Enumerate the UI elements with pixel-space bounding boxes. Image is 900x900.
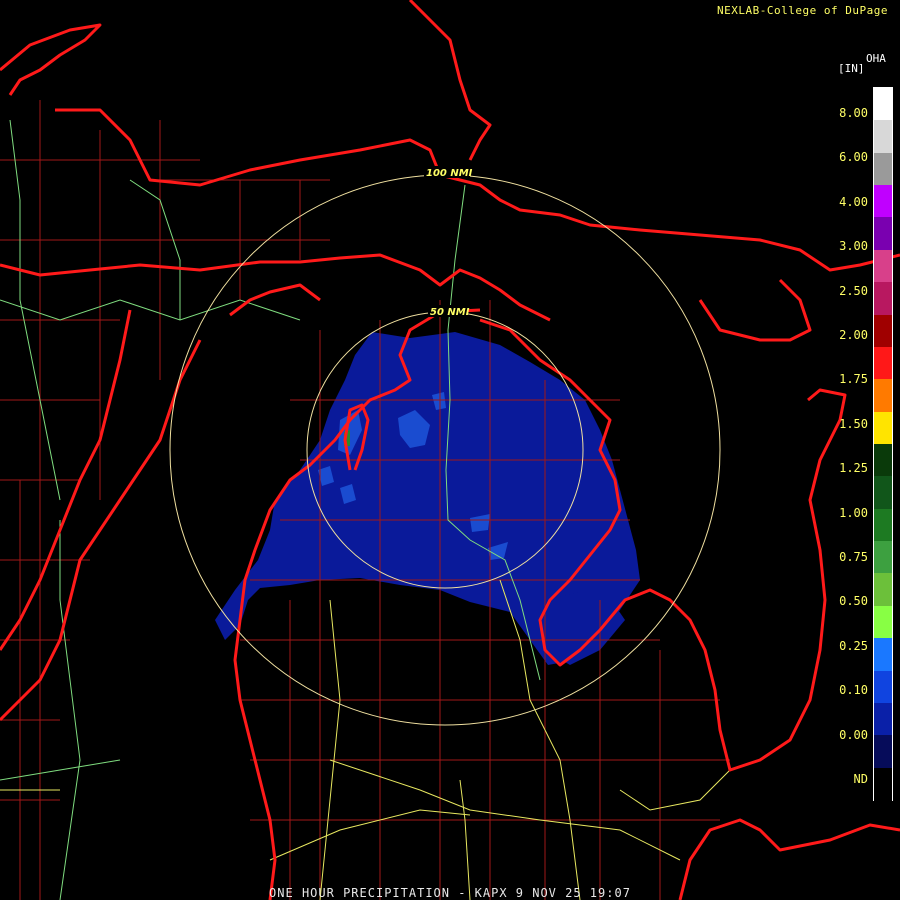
legend-tick-label: 2.50 [839,283,868,298]
legend-tick-label: 6.00 [839,150,868,165]
radar-map: 100 NMI 50 NMI [0,0,900,900]
legend-color-swatch [874,735,892,769]
legend-color-swatch [874,249,892,283]
legend-tick-label: 0.50 [839,594,868,609]
legend-color-swatch [874,120,892,154]
legend-color-swatch [874,605,892,639]
legend-tick-label: 3.00 [839,239,868,254]
legend-color-swatch [874,444,892,477]
legend-color-swatch [874,638,892,672]
legend-tick-label: 1.25 [839,461,868,476]
legend-tick-label: 4.00 [839,194,868,209]
legend-color-swatch [874,670,892,704]
legend-tick-label: 0.10 [839,683,868,698]
legend-color-swatch [874,185,892,219]
ring-label-100: 100 NMI [426,168,473,179]
legend-color-swatch [874,702,892,736]
legend-color-swatch [874,379,892,413]
legend-tick-label: 0.00 [839,727,868,742]
legend-color-swatch [874,767,892,801]
legend-color-swatch [874,152,892,186]
legend-color-swatch [874,314,892,348]
legend-tick-label: 0.75 [839,550,868,564]
legend-color-swatch [874,346,892,380]
legend-color-swatch [874,88,892,121]
legend-tick-label: 1.75 [839,372,868,387]
legend-product: OHA [866,52,886,65]
legend-color-swatch [874,508,892,542]
legend-tick-label: 2.00 [839,328,868,342]
legend-color-swatch [874,282,892,316]
legend-color-swatch [874,573,892,607]
legend-tick-label: 8.00 [839,106,868,120]
legend-color-swatch [874,411,892,445]
legend-tick-label: 1.00 [839,505,868,520]
color-scale-bar [873,87,893,801]
credit-label: NEXLAB-College of DuPage [717,4,888,17]
legend-color-swatch [874,541,892,575]
legend-color-swatch [874,476,892,510]
legend-unit: [IN] [838,62,865,75]
legend-tick-label: ND [853,772,868,786]
ring-label-50: 50 NMI [430,307,470,318]
legend-color-swatch [874,217,892,251]
legend-tick-label: 0.25 [839,638,868,653]
legend-tick-label: 1.50 [839,416,868,431]
product-footer: ONE HOUR PRECIPITATION - KAPX 9 NOV 25 1… [269,886,631,900]
